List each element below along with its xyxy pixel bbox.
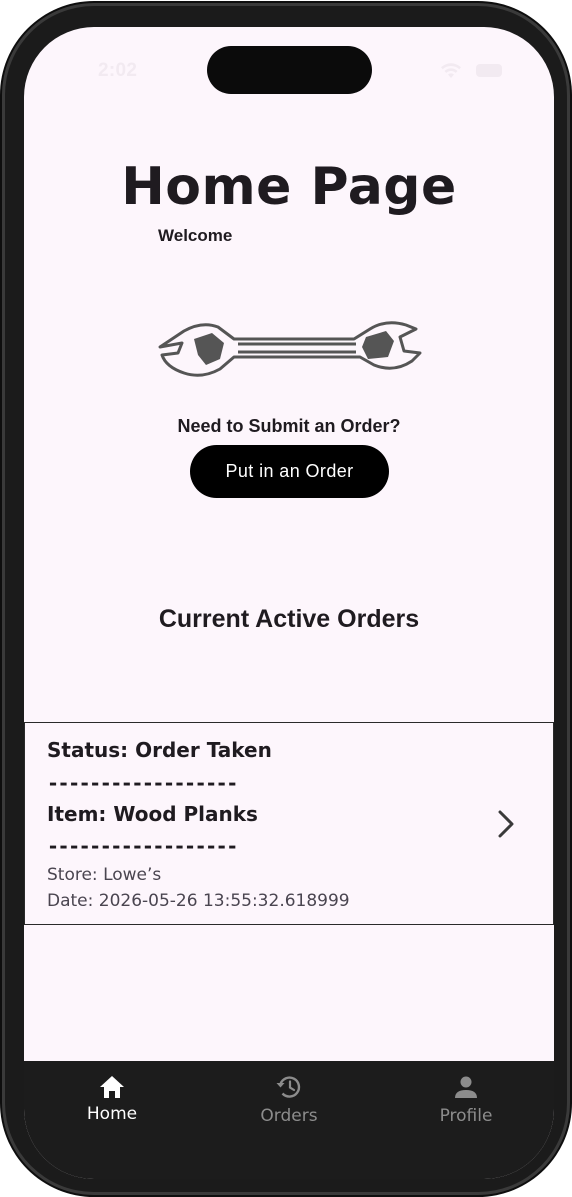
order-status: Status: Order Taken <box>47 738 272 762</box>
bottom-nav: Home Orders Profile <box>24 1061 554 1179</box>
chevron-right-icon[interactable] <box>495 809 517 839</box>
wifi-icon <box>441 63 461 78</box>
person-icon <box>455 1076 477 1098</box>
status-time: 2:02 <box>98 60 138 81</box>
welcome-text: Welcome <box>158 226 233 245</box>
nav-label-profile: Profile <box>439 1106 493 1126</box>
order-card[interactable]: Status: Order Taken ------------------ I… <box>24 722 554 925</box>
active-orders-title: Current Active Orders <box>158 605 420 633</box>
nav-item-home[interactable]: Home <box>24 1061 200 1141</box>
status-bar: 2:02 <box>24 27 554 117</box>
order-divider: ------------------ <box>47 834 238 858</box>
wrench-icon <box>158 321 422 377</box>
nav-item-orders[interactable]: Orders <box>201 1061 377 1141</box>
dynamic-island <box>207 46 372 94</box>
battery-icon <box>476 64 502 77</box>
order-item: Item: Wood Planks <box>47 802 258 826</box>
order-date: Date: 2026-05-26 13:55:32.618999 <box>47 891 350 911</box>
phone-frame: 2:02 Home Page Welcome Need to Submit an… <box>2 3 570 1195</box>
order-divider: ------------------ <box>47 771 238 795</box>
page-title: Home Page <box>121 157 457 217</box>
nav-label-home: Home <box>86 1104 138 1124</box>
put-in-order-button[interactable]: Put in an Order <box>190 445 389 498</box>
order-store: Store: Lowe’s <box>47 865 162 885</box>
order-prompt: Need to Submit an Order? <box>177 416 401 436</box>
app-screen: 2:02 Home Page Welcome Need to Submit an… <box>24 27 554 1179</box>
nav-label-orders: Orders <box>260 1106 318 1126</box>
history-icon <box>276 1076 301 1098</box>
nav-item-profile[interactable]: Profile <box>378 1061 554 1141</box>
home-icon <box>100 1076 124 1098</box>
